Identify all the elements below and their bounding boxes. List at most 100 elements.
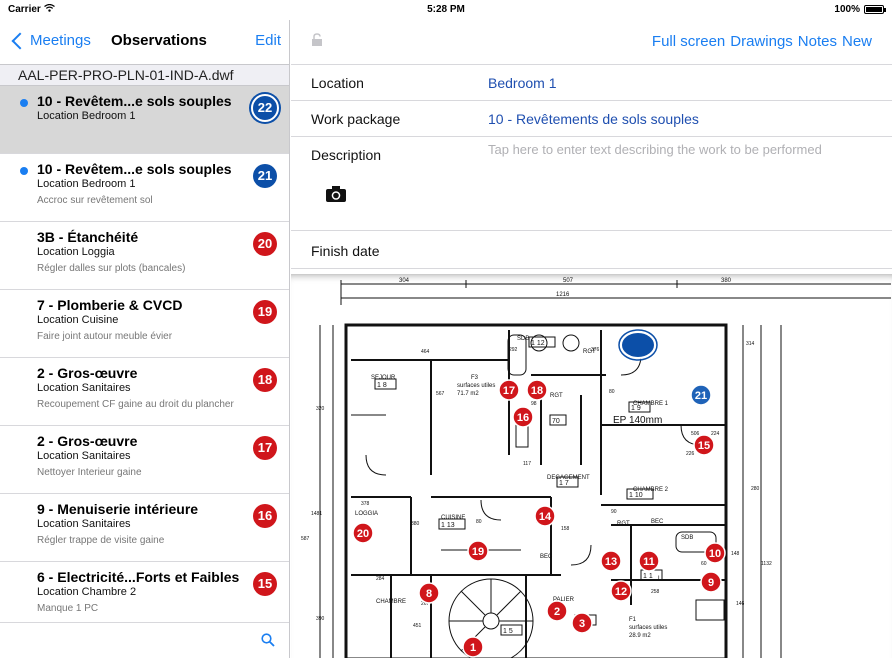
work-package-row[interactable]: Work package 10 - Revêtements de sols so… [291,101,892,137]
location-row[interactable]: Location Bedroom 1 [291,65,892,101]
observation-item[interactable]: 2 - Gros-œuvre Location Sanitaires Recoupe… [0,358,289,426]
marker-number: 15 [698,440,710,452]
room-tag: 1 1 [643,573,653,580]
dimension-label: 304 [399,278,410,284]
observation-item[interactable]: 10 - Revêtem...e sols souples Location Be… [0,154,289,222]
dimension-label: 378 [361,501,370,507]
observations-pane: Meetings Observations Edit AAL-PER-PRO-P… [0,20,290,658]
dimension-label: 90 [611,509,617,515]
observation-marker-14[interactable]: 14 [534,505,556,527]
drawings-button[interactable]: Drawings [730,33,793,50]
observation-marker-13[interactable]: 13 [600,550,622,572]
room-label: CHAMBRE [376,599,406,605]
left-footer-bar [0,622,289,658]
battery-icon [864,5,886,14]
observation-marker-16[interactable]: 16 [512,406,534,428]
observation-marker-2[interactable]: 2 [546,600,568,622]
observation-title: 10 - Revêtem...e sols souples [37,93,232,109]
dimension-label: 226 [686,451,695,457]
floor-plan-drawing[interactable]: 3045073801216292376464981171586280126284… [291,275,892,658]
observation-number-badge: 21 [253,164,277,188]
observation-note: Nettoyer Interieur gaine [37,467,142,478]
observation-title: 10 - Revêtem...e sols souples [37,161,232,177]
observation-marker-3[interactable]: 3 [571,612,593,634]
observation-marker-18[interactable]: 18 [526,379,548,401]
observation-list: 10 - Revêtem...e sols souples Location Be… [0,86,289,630]
marker-number: 16 [517,412,529,424]
dimension-label: 507 [563,278,574,284]
observation-marker-1[interactable]: 1 [462,636,484,658]
dimension-label: 1481 [311,511,322,517]
observation-item[interactable]: 2 - Gros-œuvre Location Sanitaires Nettoye… [0,426,289,494]
observation-marker-9[interactable]: 9 [700,571,722,593]
observation-title: 3B - Étanchéité [37,229,139,245]
observation-marker-21[interactable]: 21 [690,384,712,406]
dimension-label: 380 [721,278,732,284]
battery-percent: 100% [834,4,860,15]
observation-location: Location Chambre 2 [37,586,137,598]
dimension-label: 320 [316,406,325,412]
observation-item[interactable]: 9 - Menuiserie intérieure Location Sanita… [0,494,289,562]
description-field[interactable]: Tap here to enter text describing the wo… [488,143,828,157]
observation-note: Régler dalles sur plots (bancales) [37,263,186,274]
observation-marker-19[interactable]: 19 [467,540,489,562]
camera-icon[interactable] [325,185,347,203]
observation-location: Location Sanitaires [37,450,131,462]
observation-item[interactable]: 7 - Plomberie & CVCD Location Cuisine Fair… [0,290,289,358]
full-screen-button[interactable]: Full screen [652,33,725,50]
finish-date-row[interactable]: Finish date [291,231,892,269]
marker-number: 11 [643,556,655,568]
dimension-label: 146 [736,601,745,607]
observation-location: Location Sanitaires [37,518,131,530]
observation-number-badge: 22 [251,94,279,122]
observation-marker-12[interactable]: 12 [610,580,632,602]
observation-location: Location Bedroom 1 [37,178,136,190]
observation-marker-17[interactable]: 17 [498,379,520,401]
observation-title: 9 - Menuiserie intérieure [37,501,199,517]
observation-marker-15[interactable]: 15 [693,434,715,456]
dimension-label: 80 [476,519,482,525]
room-tag: 70 [552,418,560,425]
dimension-total-label: 1216 [556,292,570,298]
unread-dot-icon [20,167,28,175]
dimension-label: 117 [523,461,531,467]
dimension-label: 98 [531,401,537,407]
work-package-value[interactable]: 10 - Revêtements de sols souples [488,111,699,127]
floor-plan-viewer[interactable]: 3045073801216292376464981171586280126284… [291,274,892,658]
observation-marker-8[interactable]: 8 [418,582,440,604]
room-label: surfaces utiles [457,383,495,389]
observation-item[interactable]: 3B - Étanchéité Location Loggia Régler dal… [0,222,289,290]
back-button[interactable]: Meetings [10,32,91,49]
room-label: LOGGIA [355,511,378,517]
clock: 5:28 PM [427,4,465,15]
search-icon[interactable] [261,633,275,647]
marker-number: 8 [426,588,432,600]
room-label: 28.9 m2 [629,633,651,639]
location-value[interactable]: Bedroom 1 [488,75,556,91]
description-label: Description [311,147,382,163]
observation-location: Location Bedroom 1 [37,110,136,122]
selected-marker-22[interactable] [620,331,656,359]
room-label: BEC [651,519,664,525]
observation-note: Manque 1 PC [37,603,99,614]
observation-item[interactable]: 10 - Revêtem...e sols souples Location Be… [0,86,289,154]
wall-thickness-label: EP 140mm [613,415,662,426]
room-tag: 1 9 [631,405,641,412]
room-label: 71.7 m2 [457,391,479,397]
marker-number: 10 [709,548,721,560]
observation-item[interactable]: 6 - Electricité...Forts et Faibles Locati… [0,562,289,630]
room-tag: 1 7 [559,480,569,487]
room-label: SDB [681,535,693,541]
observation-marker-20[interactable]: 20 [352,522,374,544]
observation-marker-11[interactable]: 11 [638,550,660,572]
dimension-label: 390 [316,616,325,622]
edit-button[interactable]: Edit [255,32,281,49]
notes-button[interactable]: Notes [798,33,837,50]
dimension-label: 148 [731,551,740,557]
marker-number: 19 [472,546,484,558]
room-label: surfaces utiles [629,625,667,631]
unlock-icon[interactable] [311,33,323,47]
observation-marker-10[interactable]: 10 [704,542,726,564]
new-button[interactable]: New [842,33,872,50]
room-label: SDB [517,336,529,342]
